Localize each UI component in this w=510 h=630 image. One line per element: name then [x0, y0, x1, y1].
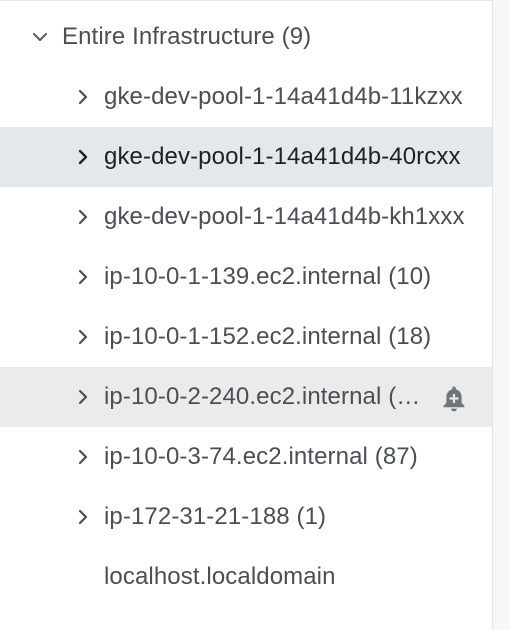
- chevron-right-icon[interactable]: [73, 87, 93, 107]
- chevron-right-icon[interactable]: [73, 147, 93, 167]
- tree-children: gke-dev-pool-1-14a41d4b-11kzxx gke-dev-p…: [0, 67, 492, 607]
- tree-root-row[interactable]: Entire Infrastructure (9): [0, 7, 492, 67]
- tree-row-label: gke-dev-pool-1-14a41d4b-11kzxx: [104, 83, 463, 110]
- tree-row-ip-172-31-21-188[interactable]: ip-172-31-21-188 (1): [0, 487, 492, 547]
- tree-root-label: Entire Infrastructure (9): [62, 23, 312, 50]
- chevron-down-icon[interactable]: [30, 27, 50, 47]
- add-alert-bell-icon[interactable]: [440, 383, 468, 413]
- chevron-right-icon[interactable]: [73, 507, 93, 527]
- tree-row-label: ip-172-31-21-188 (1): [104, 503, 327, 530]
- tree-row-label: ip-10-0-1-139.ec2.internal (10): [104, 263, 432, 290]
- tree-row-localhost[interactable]: localhost.localdomain: [0, 547, 492, 607]
- tree-row-label: ip-10-0-2-240.ec2.internal (…: [104, 383, 421, 410]
- tree-row-ip-10-0-3-74[interactable]: ip-10-0-3-74.ec2.internal (87): [0, 427, 492, 487]
- tree-row-label: ip-10-0-1-152.ec2.internal (18): [104, 323, 432, 350]
- tree-row-ip-10-0-2-240[interactable]: ip-10-0-2-240.ec2.internal (…: [0, 367, 492, 427]
- chevron-right-icon[interactable]: [73, 327, 93, 347]
- chevron-right-icon[interactable]: [73, 387, 93, 407]
- tree-row-label: gke-dev-pool-1-14a41d4b-kh1xxx: [104, 203, 465, 230]
- tree-row-ip-10-0-1-139[interactable]: ip-10-0-1-139.ec2.internal (10): [0, 247, 492, 307]
- tree-row-gke-kh1[interactable]: gke-dev-pool-1-14a41d4b-kh1xxx: [0, 187, 492, 247]
- scrollbar-gutter[interactable]: [492, 0, 510, 630]
- tree-row-label: ip-10-0-3-74.ec2.internal (87): [104, 443, 418, 470]
- chevron-right-icon[interactable]: [73, 267, 93, 287]
- tree-row-gke-40rc[interactable]: gke-dev-pool-1-14a41d4b-40rcxx: [0, 127, 492, 187]
- chevron-right-icon[interactable]: [73, 207, 93, 227]
- tree-row-label: gke-dev-pool-1-14a41d4b-40rcxx: [104, 143, 461, 170]
- infrastructure-tree-panel: Entire Infrastructure (9) gke-dev-pool-1…: [0, 0, 492, 630]
- tree-row-label: localhost.localdomain: [104, 563, 336, 590]
- chevron-right-icon[interactable]: [73, 447, 93, 467]
- tree-row-ip-10-0-1-152[interactable]: ip-10-0-1-152.ec2.internal (18): [0, 307, 492, 367]
- tree-row-gke-11kz[interactable]: gke-dev-pool-1-14a41d4b-11kzxx: [0, 67, 492, 127]
